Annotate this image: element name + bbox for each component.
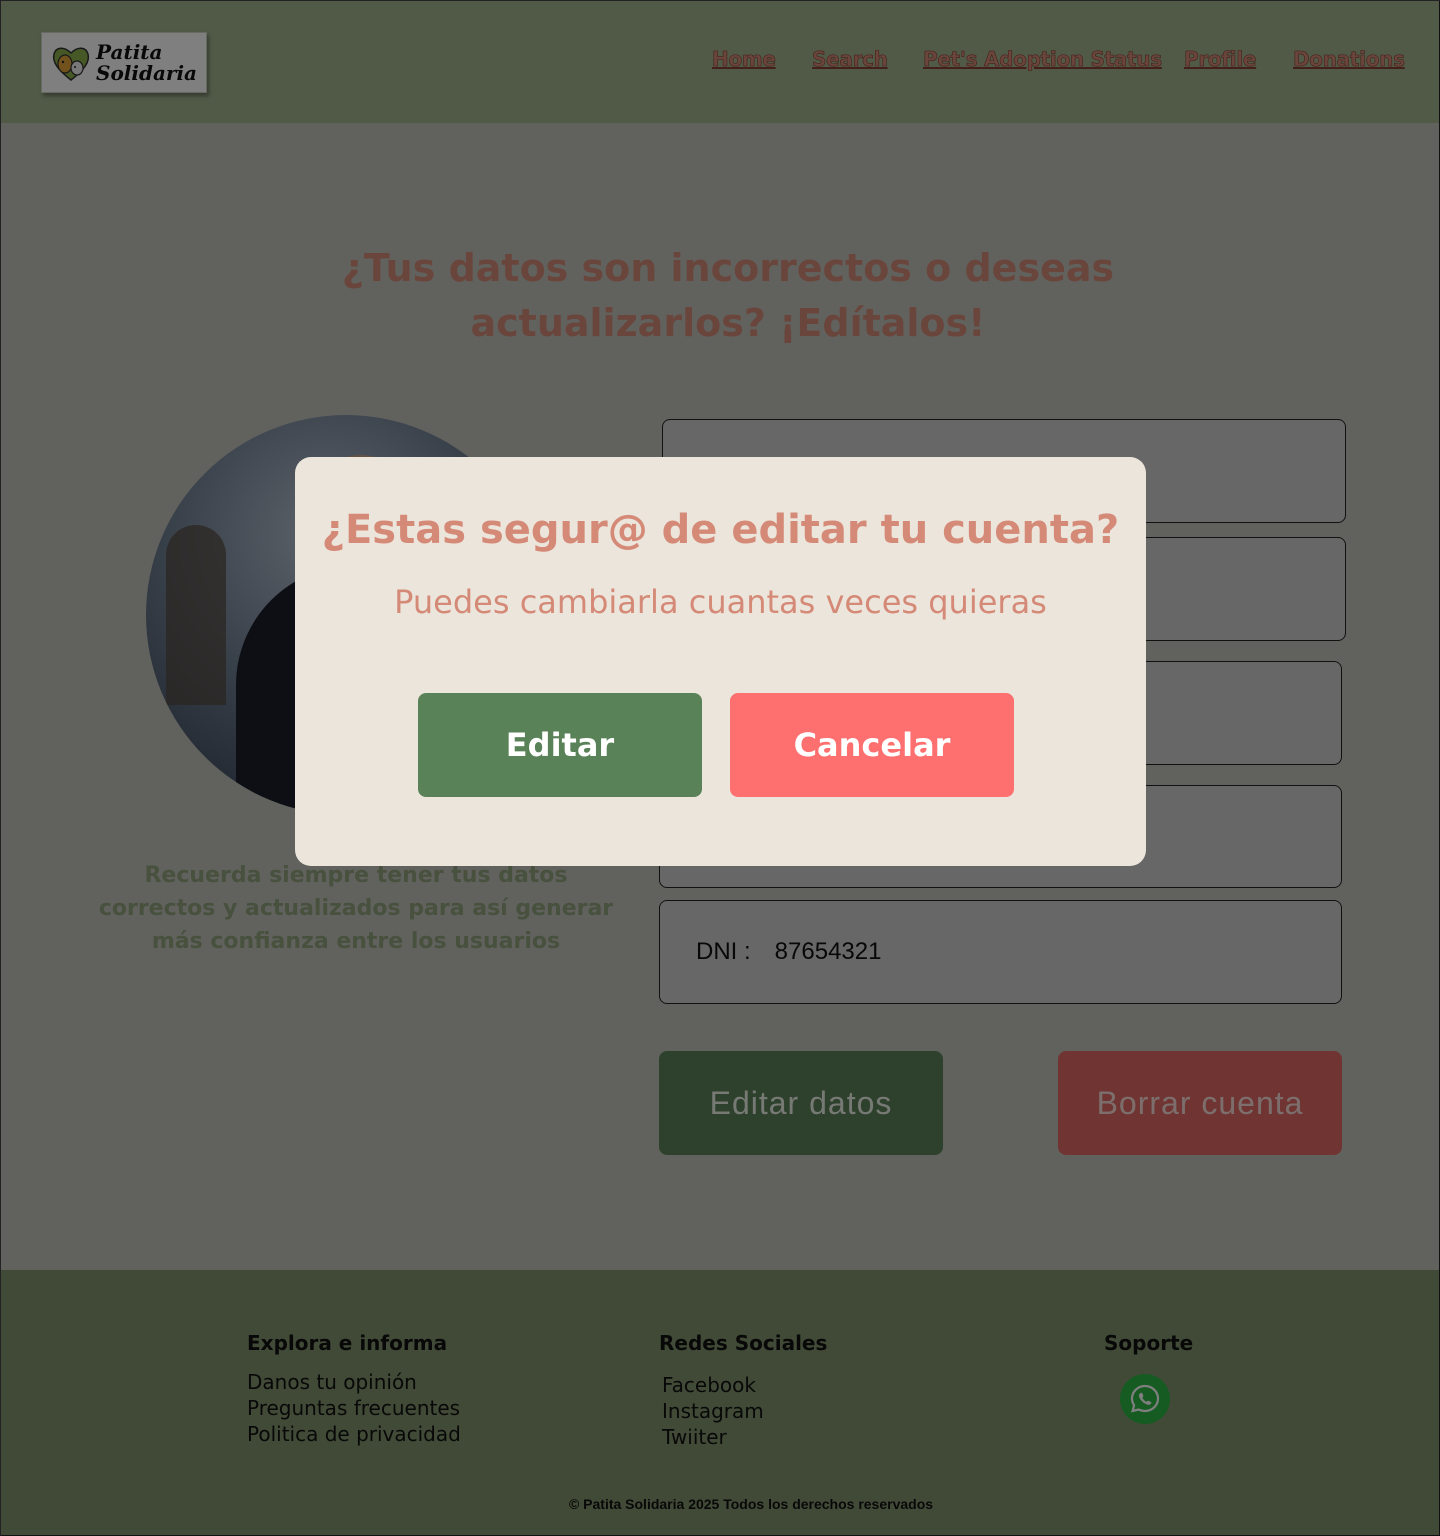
confirm-edit-dialog: ¿Estas segur@ de editar tu cuenta? Puede… [295,457,1146,866]
dialog-title: ¿Estas segur@ de editar tu cuenta? [321,507,1120,553]
confirm-edit-button[interactable]: Editar [418,693,702,797]
dialog-subtitle: Puedes cambiarla cuantas veces quieras [394,583,1047,621]
cancel-button[interactable]: Cancelar [730,693,1014,797]
